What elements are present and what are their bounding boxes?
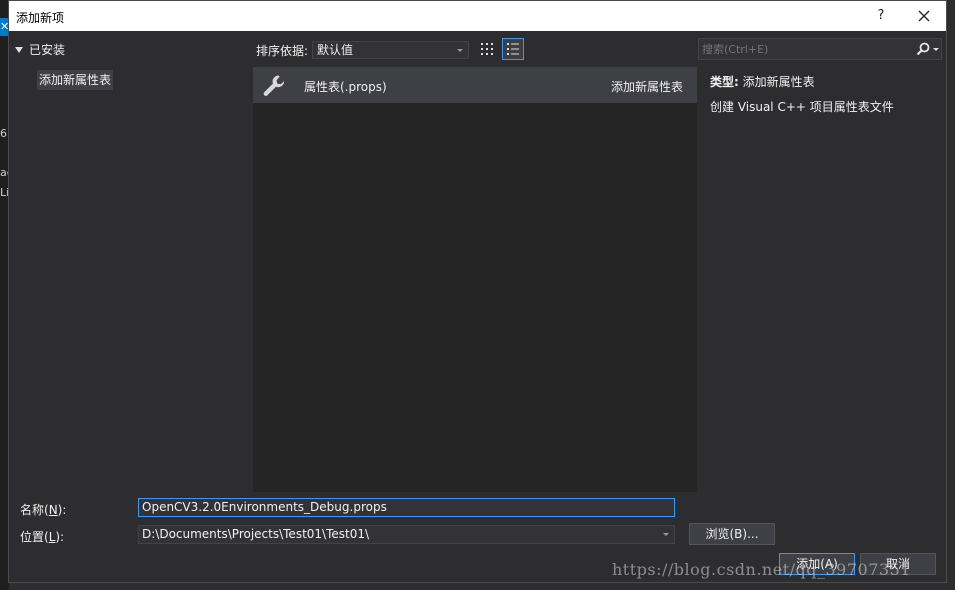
- location-value: D:\Documents\Projects\Test01\Test01\: [142, 527, 370, 541]
- grid-view-button[interactable]: [476, 38, 498, 60]
- chevron-down-icon: [457, 49, 464, 52]
- description-type: 类型: 添加新属性表: [710, 73, 815, 90]
- add-button[interactable]: 添加(A): [779, 553, 855, 575]
- tree-item-add-property-sheet[interactable]: 添加新属性表: [37, 70, 114, 90]
- template-item-category: 添加新属性表: [610, 80, 683, 94]
- search-options-chevron-icon[interactable]: [933, 48, 939, 51]
- search-icon[interactable]: [916, 42, 930, 56]
- description-type-value: 添加新属性表: [742, 75, 815, 89]
- search-input[interactable]: [702, 41, 902, 57]
- search-box[interactable]: [698, 38, 942, 60]
- sort-value: 默认值: [317, 43, 354, 57]
- browse-button[interactable]: 浏览(B)...: [689, 523, 775, 545]
- sort-dropdown[interactable]: 默认值: [312, 41, 470, 59]
- help-button[interactable]: ?: [869, 6, 893, 26]
- name-field[interactable]: OpenCV3.2.0Environments_Debug.props: [138, 498, 675, 517]
- sort-bar: 排序依据: 默认值: [256, 39, 470, 61]
- background-fragment: 6: [0, 127, 7, 140]
- tree-node-label: 已安装: [29, 43, 66, 57]
- tree-node-installed[interactable]: 已安装: [15, 41, 65, 58]
- grid-view-icon: [481, 43, 493, 55]
- title-bar: 添加新项 ?: [9, 1, 946, 31]
- list-view-button[interactable]: [502, 38, 524, 60]
- close-icon: [918, 10, 930, 22]
- name-label: 名称(N):: [20, 503, 67, 517]
- location-label: 位置(L):: [20, 530, 65, 544]
- list-view-icon: [507, 43, 519, 55]
- chevron-down-icon[interactable]: [663, 533, 669, 536]
- cancel-button[interactable]: 取消: [860, 553, 936, 575]
- template-list: 属性表(.props) 添加新属性表: [253, 67, 697, 492]
- dialog-title: 添加新项: [16, 11, 65, 25]
- template-item-props[interactable]: 属性表(.props) 添加新属性表: [253, 67, 697, 103]
- wrench-icon: [263, 75, 285, 96]
- add-new-item-dialog: 添加新项 ? 已安装 添加新属性表 排序依据: 默认值 属性表(.props) …: [8, 0, 947, 583]
- bottom-form: 名称(N): OpenCV3.2.0Environments_Debug.pro…: [9, 492, 946, 582]
- expand-triangle-icon[interactable]: [15, 46, 23, 53]
- description-pane: 类型: 添加新属性表 创建 Visual C++ 项目属性表文件: [698, 67, 946, 492]
- background-close-icon: ✕: [0, 18, 9, 36]
- close-button[interactable]: [909, 4, 939, 28]
- sort-label: 排序依据:: [256, 43, 309, 58]
- location-field[interactable]: D:\Documents\Projects\Test01\Test01\: [138, 525, 675, 544]
- category-tree: 已安装 添加新属性表: [9, 32, 252, 492]
- template-item-name: 属性表(.props): [304, 80, 387, 94]
- description-text: 创建 Visual C++ 项目属性表文件: [710, 100, 894, 114]
- description-type-label: 类型:: [710, 75, 739, 89]
